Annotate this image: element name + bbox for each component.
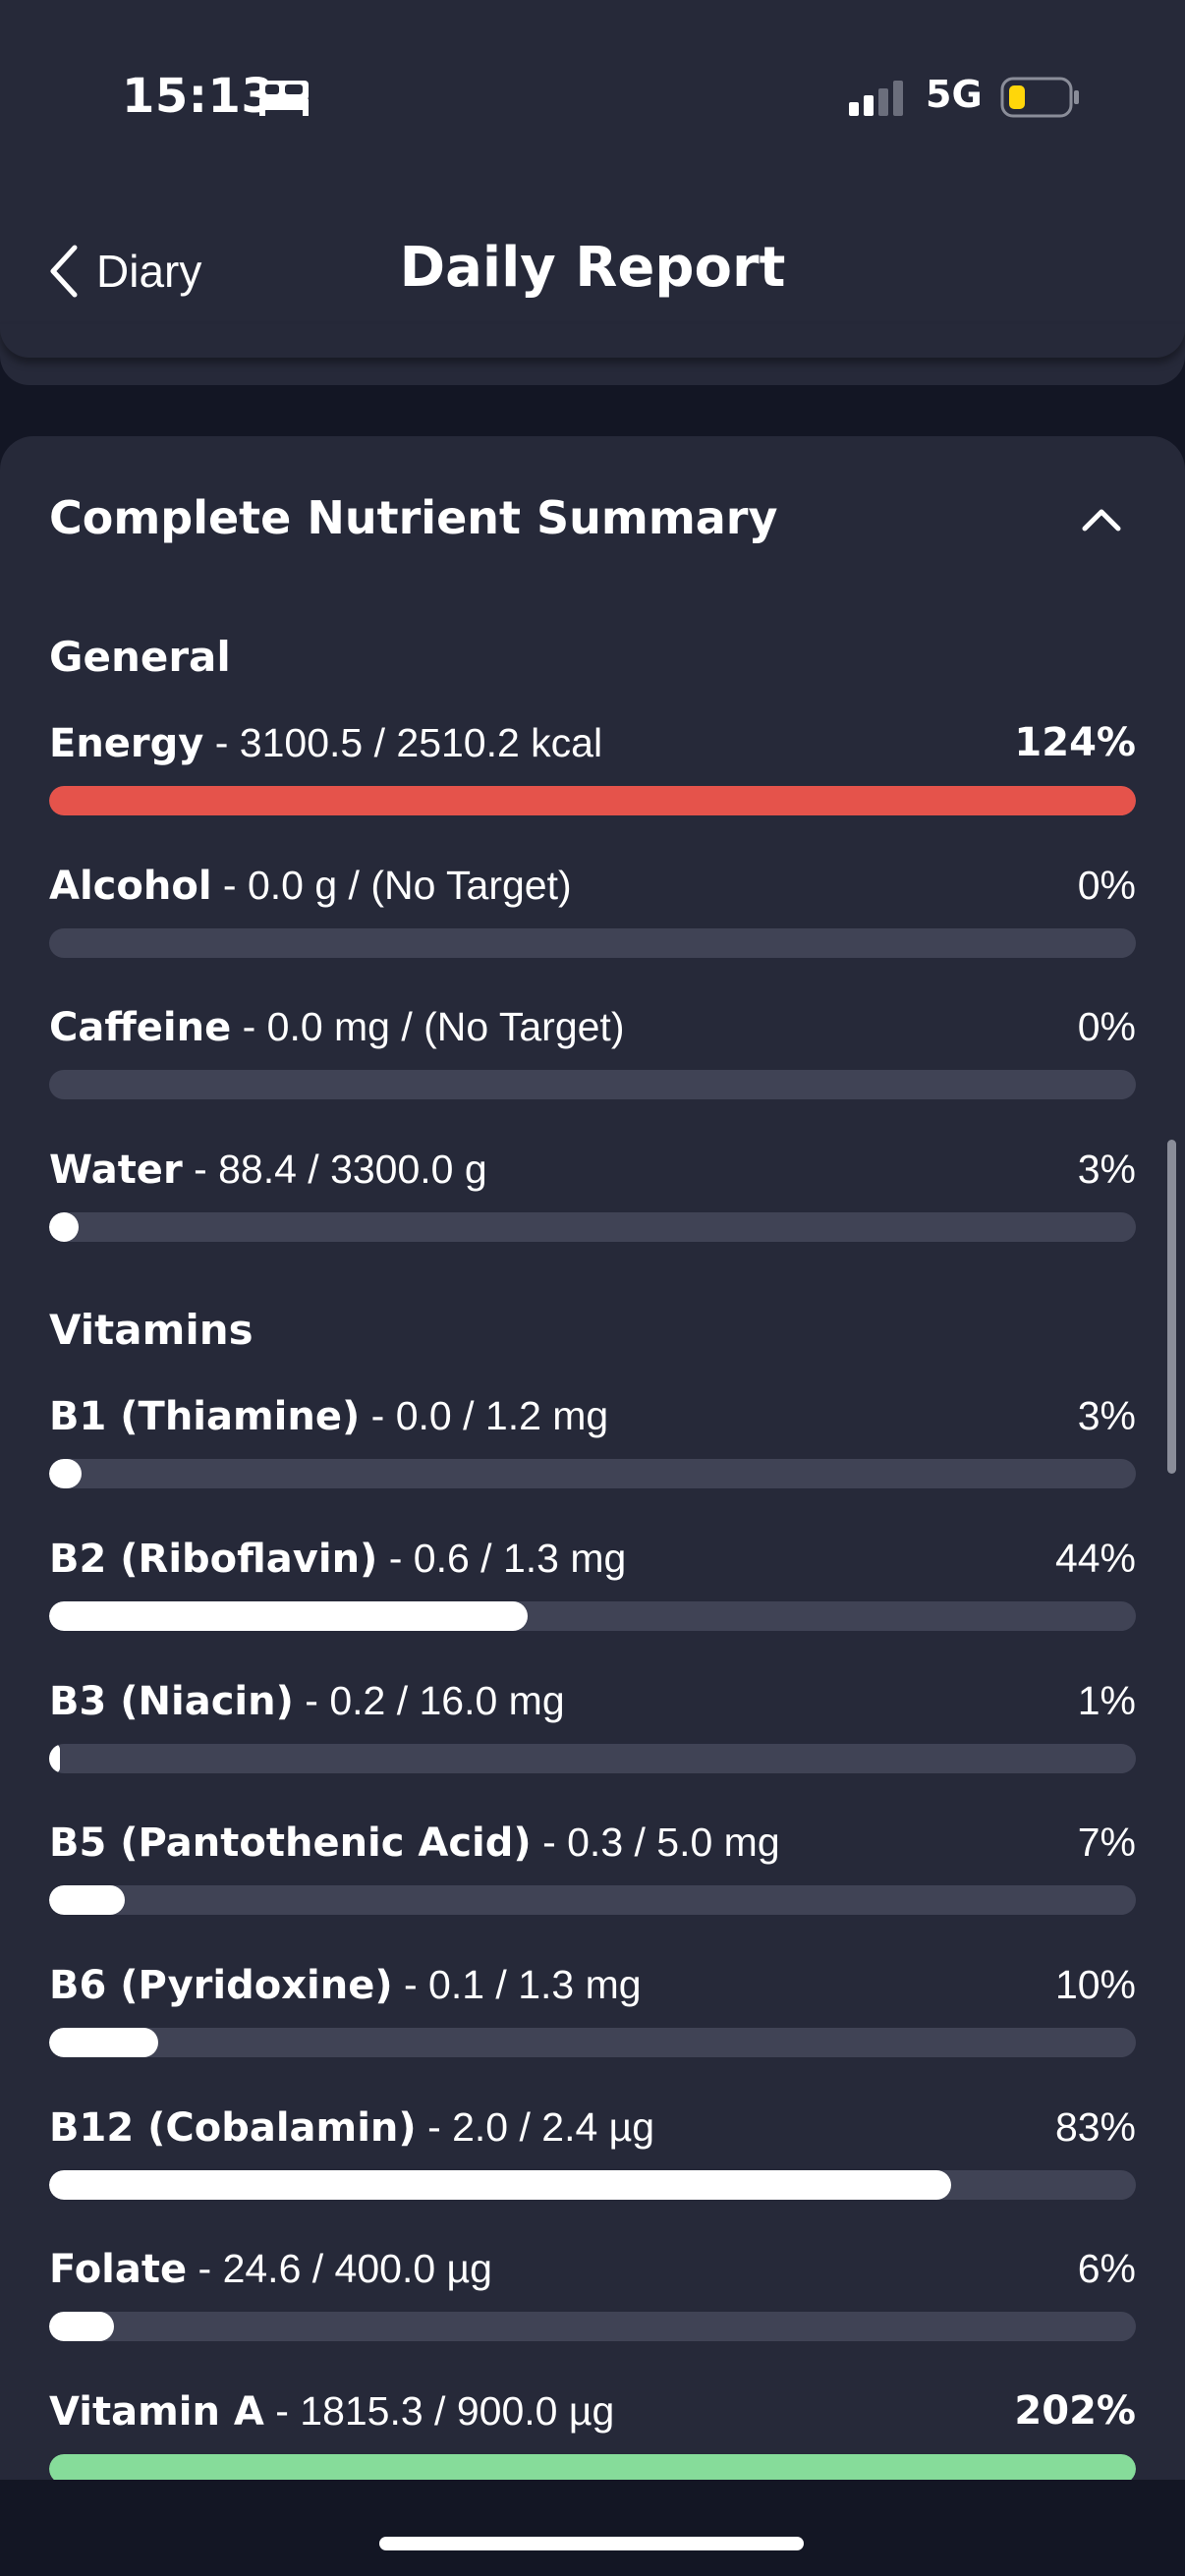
- nutrient-name: B6 (Pyridoxine): [49, 1963, 393, 2008]
- nutrient-text: B3 (Niacin) - 0.2 / 16.0 mg: [49, 1671, 565, 1731]
- nutrient-row-caffeine: Caffeine - 0.0 mg / (No Target) 0%: [49, 997, 1136, 1105]
- network-label: 5G: [926, 73, 983, 116]
- nutrient-name: B2 (Riboflavin): [49, 1537, 378, 1582]
- nutrient-text: Water - 88.4 / 3300.0 g: [49, 1140, 487, 1200]
- progress-track: [49, 1744, 1136, 1773]
- nutrient-name: Caffeine: [49, 1005, 232, 1050]
- nutrient-text: B5 (Pantothenic Acid) - 0.3 / 5.0 mg: [49, 1813, 780, 1873]
- nutrient-percent: 3%: [1077, 1393, 1136, 1438]
- nutrient-percent: 124%: [1014, 720, 1136, 765]
- status-time: 15:13: [122, 69, 275, 124]
- section-label-general: General: [49, 633, 231, 681]
- nutrient-text: Caffeine - 0.0 mg / (No Target): [49, 997, 624, 1057]
- header-shadow: [0, 324, 1185, 358]
- nutrient-row-b1: B1 (Thiamine) - 0.0 / 1.2 mg 3%: [49, 1386, 1136, 1494]
- nutrient-row-b5: B5 (Pantothenic Acid) - 0.3 / 5.0 mg 7%: [49, 1813, 1136, 1921]
- progress-fill: [49, 1885, 126, 1915]
- nutrient-percent: 6%: [1077, 2246, 1136, 2291]
- nutrient-text: Vitamin A - 1815.3 / 900.0 µg: [49, 2381, 614, 2441]
- progress-fill: [49, 2170, 951, 2200]
- nutrient-percent: 83%: [1054, 2104, 1136, 2150]
- scrollbar-thumb[interactable]: [1167, 1140, 1176, 1474]
- nutrient-row-b6: B6 (Pyridoxine) - 0.1 / 1.3 mg 10%: [49, 1955, 1136, 2063]
- bed-icon: [259, 81, 309, 116]
- nutrient-percent: 0%: [1077, 1004, 1136, 1049]
- nutrient-row-folate: Folate - 24.6 / 400.0 µg 6%: [49, 2239, 1136, 2347]
- nutrient-detail: - 0.0 g / (No Target): [211, 863, 572, 908]
- nutrient-text: Energy - 3100.5 / 2510.2 kcal: [49, 713, 602, 773]
- nutrient-row-energy: Energy - 3100.5 / 2510.2 kcal 124%: [49, 713, 1136, 821]
- nutrient-text: B1 (Thiamine) - 0.0 / 1.2 mg: [49, 1386, 608, 1446]
- nutrient-name: Water: [49, 1148, 183, 1193]
- nutrient-percent: 44%: [1054, 1536, 1136, 1581]
- nutrient-detail: - 0.3 / 5.0 mg: [531, 1820, 780, 1865]
- nutrient-row-b3: B3 (Niacin) - 0.2 / 16.0 mg 1%: [49, 1671, 1136, 1779]
- nutrient-row-alcohol: Alcohol - 0.0 g / (No Target) 0%: [49, 856, 1136, 964]
- progress-track: [49, 2170, 1136, 2200]
- nutrient-detail: - 3100.5 / 2510.2 kcal: [203, 720, 603, 765]
- battery-low-icon: [1000, 77, 1079, 118]
- progress-track: [49, 2454, 1136, 2480]
- progress-track: [49, 1601, 1136, 1631]
- progress-fill: [49, 1212, 79, 1242]
- nutrient-row-b12: B12 (Cobalamin) - 2.0 / 2.4 µg 83%: [49, 2098, 1136, 2206]
- progress-track: [49, 1070, 1136, 1099]
- progress-track: [49, 928, 1136, 958]
- nutrient-row-water: Water - 88.4 / 3300.0 g 3%: [49, 1140, 1136, 1248]
- nutrient-detail: - 2.0 / 2.4 µg: [416, 2104, 655, 2150]
- nutrient-percent: 202%: [1014, 2388, 1136, 2434]
- progress-fill: [49, 1459, 83, 1488]
- cellular-signal-icon: [849, 81, 903, 116]
- progress-track: [49, 1459, 1136, 1488]
- progress-fill: [49, 1744, 61, 1773]
- nutrient-name: B12 (Cobalamin): [49, 2105, 417, 2151]
- nutrient-detail: - 0.0 / 1.2 mg: [360, 1393, 609, 1438]
- nutrient-detail: - 24.6 / 400.0 µg: [187, 2246, 492, 2291]
- nutrient-percent: 10%: [1054, 1962, 1136, 2007]
- nutrient-name: Energy: [49, 721, 204, 766]
- nutrient-text: B2 (Riboflavin) - 0.6 / 1.3 mg: [49, 1529, 626, 1589]
- nutrient-text: B12 (Cobalamin) - 2.0 / 2.4 µg: [49, 2098, 654, 2157]
- chevron-up-icon[interactable]: [1079, 505, 1124, 534]
- nutrient-detail: - 0.1 / 1.3 mg: [392, 1962, 642, 2007]
- nutrient-name: B3 (Niacin): [49, 1679, 294, 1724]
- nutrient-name: Vitamin A: [49, 2389, 264, 2435]
- progress-track: [49, 2028, 1136, 2057]
- nutrient-detail: - 1815.3 / 900.0 µg: [263, 2388, 615, 2434]
- nutrient-detail: - 88.4 / 3300.0 g: [182, 1147, 487, 1192]
- home-indicator[interactable]: [379, 2537, 804, 2550]
- page-title: Daily Report: [399, 236, 786, 300]
- nutrient-text: Alcohol - 0.0 g / (No Target): [49, 856, 572, 916]
- nutrient-row-vitamin-a: Vitamin A - 1815.3 / 900.0 µg 202%: [49, 2381, 1136, 2480]
- progress-fill: [49, 2028, 158, 2057]
- progress-fill: [49, 1601, 528, 1631]
- progress-track: [49, 1212, 1136, 1242]
- nutrient-detail: - 0.2 / 16.0 mg: [293, 1678, 565, 1723]
- nutrient-detail: - 0.6 / 1.3 mg: [377, 1536, 627, 1581]
- nutrient-detail: - 0.0 mg / (No Target): [231, 1004, 625, 1049]
- section-label-vitamins: Vitamins: [49, 1306, 254, 1354]
- nutrient-summary-card: Complete Nutrient Summary General Energy…: [0, 436, 1185, 2480]
- progress-track: [49, 786, 1136, 815]
- nutrient-percent: 0%: [1077, 863, 1136, 908]
- card-title: Complete Nutrient Summary: [49, 491, 778, 544]
- nutrient-name: Folate: [49, 2247, 188, 2292]
- progress-track: [49, 1885, 1136, 1915]
- nutrient-name: B5 (Pantothenic Acid): [49, 1820, 532, 1866]
- nutrient-percent: 1%: [1077, 1678, 1136, 1723]
- progress-track: [49, 2312, 1136, 2341]
- nutrient-row-b2: B2 (Riboflavin) - 0.6 / 1.3 mg 44%: [49, 1529, 1136, 1637]
- nutrient-percent: 7%: [1077, 1820, 1136, 1865]
- nutrient-text: Folate - 24.6 / 400.0 µg: [49, 2239, 492, 2299]
- nutrient-name: B1 (Thiamine): [49, 1394, 361, 1439]
- progress-fill: [49, 2454, 1136, 2480]
- nutrient-name: Alcohol: [49, 864, 212, 909]
- nutrient-percent: 3%: [1077, 1147, 1136, 1192]
- progress-fill: [49, 2312, 115, 2341]
- nutrient-text: B6 (Pyridoxine) - 0.1 / 1.3 mg: [49, 1955, 642, 2015]
- progress-fill: [49, 786, 1136, 815]
